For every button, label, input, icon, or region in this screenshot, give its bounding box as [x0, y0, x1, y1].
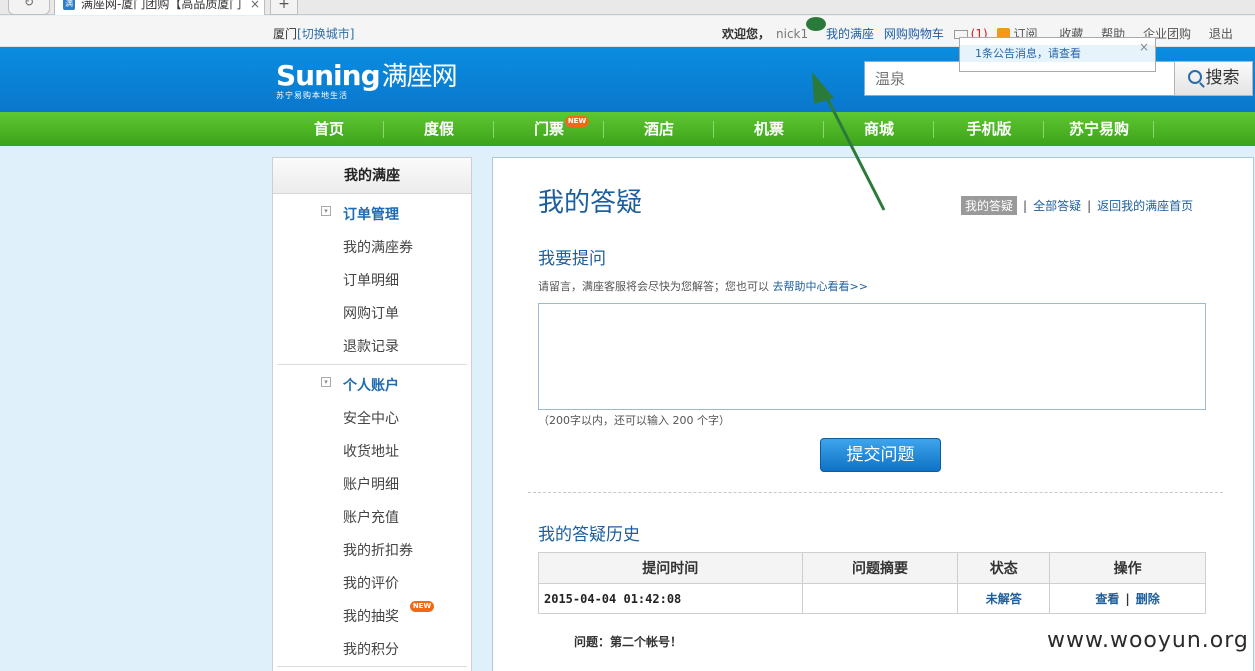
notice-popup: 1条公告消息，请查看 ×: [959, 37, 1156, 72]
watermark: www.wooyun.org: [1047, 628, 1249, 653]
annotation-arrow-icon: [812, 72, 886, 211]
notice-close-icon[interactable]: ×: [1139, 40, 1149, 54]
notice-message[interactable]: 1条公告消息，请查看: [960, 45, 1155, 62]
